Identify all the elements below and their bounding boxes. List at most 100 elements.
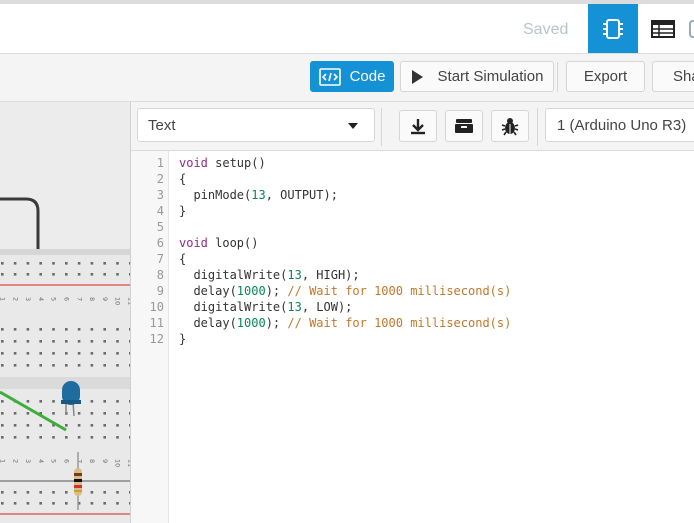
code-token: , OUTPUT); [265, 188, 338, 202]
breadboard-hole [26, 364, 30, 367]
breadboard-hole [26, 262, 30, 265]
breadboard-hole [116, 491, 119, 494]
code-token: { [179, 252, 187, 266]
board-select-value: 1 (Arduino Uno R3) [557, 116, 687, 134]
breadboard-hole [13, 262, 17, 265]
line-number-gutter: 1 2 3 4 5 6 7 8 9 10 11 12 [131, 151, 169, 523]
breadboard-hole [116, 436, 119, 439]
breadboard-hole [39, 400, 42, 403]
breadboard-hole [116, 262, 119, 265]
breadboard-hole [65, 491, 68, 494]
debugger-button[interactable] [491, 110, 529, 142]
code-token: , LOW); [301, 300, 353, 314]
breadboard-hole [52, 400, 55, 403]
breadboard-hole [52, 328, 55, 331]
breadboard-hole [103, 340, 106, 343]
breadboard-hole [39, 502, 42, 505]
breadboard-hole [90, 491, 94, 494]
breadboard-hole [65, 340, 68, 343]
code-button-label: Code [349, 68, 386, 85]
breadboard-hole [65, 364, 68, 367]
breadboard-hole [26, 400, 30, 403]
line-number: 7 [156, 252, 164, 266]
header-divider [381, 108, 382, 146]
breadboard-hole [103, 412, 106, 415]
breadboard-hole [90, 328, 94, 331]
circuit-canvas[interactable]: 123456789101112 123456789101112 [0, 102, 131, 523]
breadboard-hole [26, 436, 30, 439]
column-number: 3 [24, 459, 32, 463]
breadboard-hole [13, 340, 17, 343]
code-token: loop() [207, 236, 259, 250]
column-number: 5 [50, 459, 58, 463]
breadboard-hole [116, 364, 119, 367]
line-number: 4 [156, 204, 164, 218]
code-line: delay(1000); // Wait for 1000 millisecon… [179, 316, 511, 330]
column-number: 5 [50, 297, 58, 301]
code-token: , HIGH); [301, 268, 360, 282]
line-number: 12 [149, 332, 164, 346]
breadboard-hole [116, 352, 119, 355]
breadboard-hole [26, 273, 30, 276]
breadboard-hole [26, 424, 30, 427]
saved-status: Saved [523, 21, 569, 38]
code-editor-icon [318, 67, 341, 86]
debug-bug-icon [501, 118, 519, 136]
share-button[interactable]: Sha [652, 61, 694, 92]
download-code-button[interactable] [399, 110, 437, 142]
breadboard-hole [90, 400, 94, 403]
breadboard-hole [103, 491, 106, 494]
breadboard-hole [77, 364, 81, 367]
line-number: 2 [156, 172, 164, 186]
column-number: 6 [63, 297, 71, 301]
table-list-icon [651, 19, 675, 38]
start-simulation-button[interactable]: Start Simulation [400, 61, 554, 92]
line-number: 6 [156, 236, 164, 250]
breadboard-hole [39, 273, 42, 276]
breadboard-hole [52, 364, 55, 367]
chip-icon [603, 18, 623, 39]
line-number: 11 [149, 316, 164, 330]
breadboard-hole [1, 502, 4, 505]
code-token: pinMode( [179, 188, 252, 202]
board-select[interactable]: 1 (Arduino Uno R3) [545, 108, 694, 142]
code-button[interactable]: Code [310, 61, 394, 92]
breadboard-hole [77, 262, 81, 265]
code-token: delay( [179, 316, 237, 330]
breadboard-hole [26, 352, 30, 355]
code-token: digitalWrite( [179, 300, 288, 314]
top-header: Saved [0, 0, 694, 54]
code-line: { [179, 172, 186, 186]
breadboard-hole [103, 400, 106, 403]
code-token: 13 [287, 300, 302, 314]
list-view-button[interactable] [638, 4, 688, 53]
column-number: 3 [24, 297, 32, 301]
column-number: 4 [37, 459, 45, 463]
breadboard-hole [103, 502, 106, 505]
code-token: { [179, 172, 187, 186]
overflow-icon[interactable] [689, 20, 694, 38]
libraries-button[interactable] [445, 110, 483, 142]
components-view-button[interactable] [588, 4, 638, 53]
breadboard-hole [103, 424, 106, 427]
code-mode-select[interactable]: Text [137, 108, 375, 142]
breadboard-hole [103, 273, 106, 276]
breadboard-hole [1, 262, 4, 265]
breadboard-hole [1, 328, 4, 331]
code-token: setup() [207, 156, 266, 170]
breadboard-hole [52, 412, 55, 415]
export-label: Export [583, 68, 628, 85]
column-number: 1 [0, 459, 7, 463]
breadboard-hole [52, 352, 55, 355]
breadboard-hole [103, 262, 106, 265]
code-line: digitalWrite(13, LOW); [179, 300, 352, 314]
breadboard-hole [90, 262, 94, 265]
code-editor[interactable]: 1 2 3 4 5 6 7 8 9 10 11 12 void setup(){ pinMode(13… [131, 151, 694, 523]
breadboard-hole [1, 491, 4, 494]
breadboard-hole [39, 340, 42, 343]
export-button[interactable]: Export [566, 61, 645, 92]
line-number: 3 [156, 188, 164, 202]
breadboard-hole [13, 502, 17, 505]
breadboard-hole [52, 262, 55, 265]
breadboard-hole [90, 273, 94, 276]
